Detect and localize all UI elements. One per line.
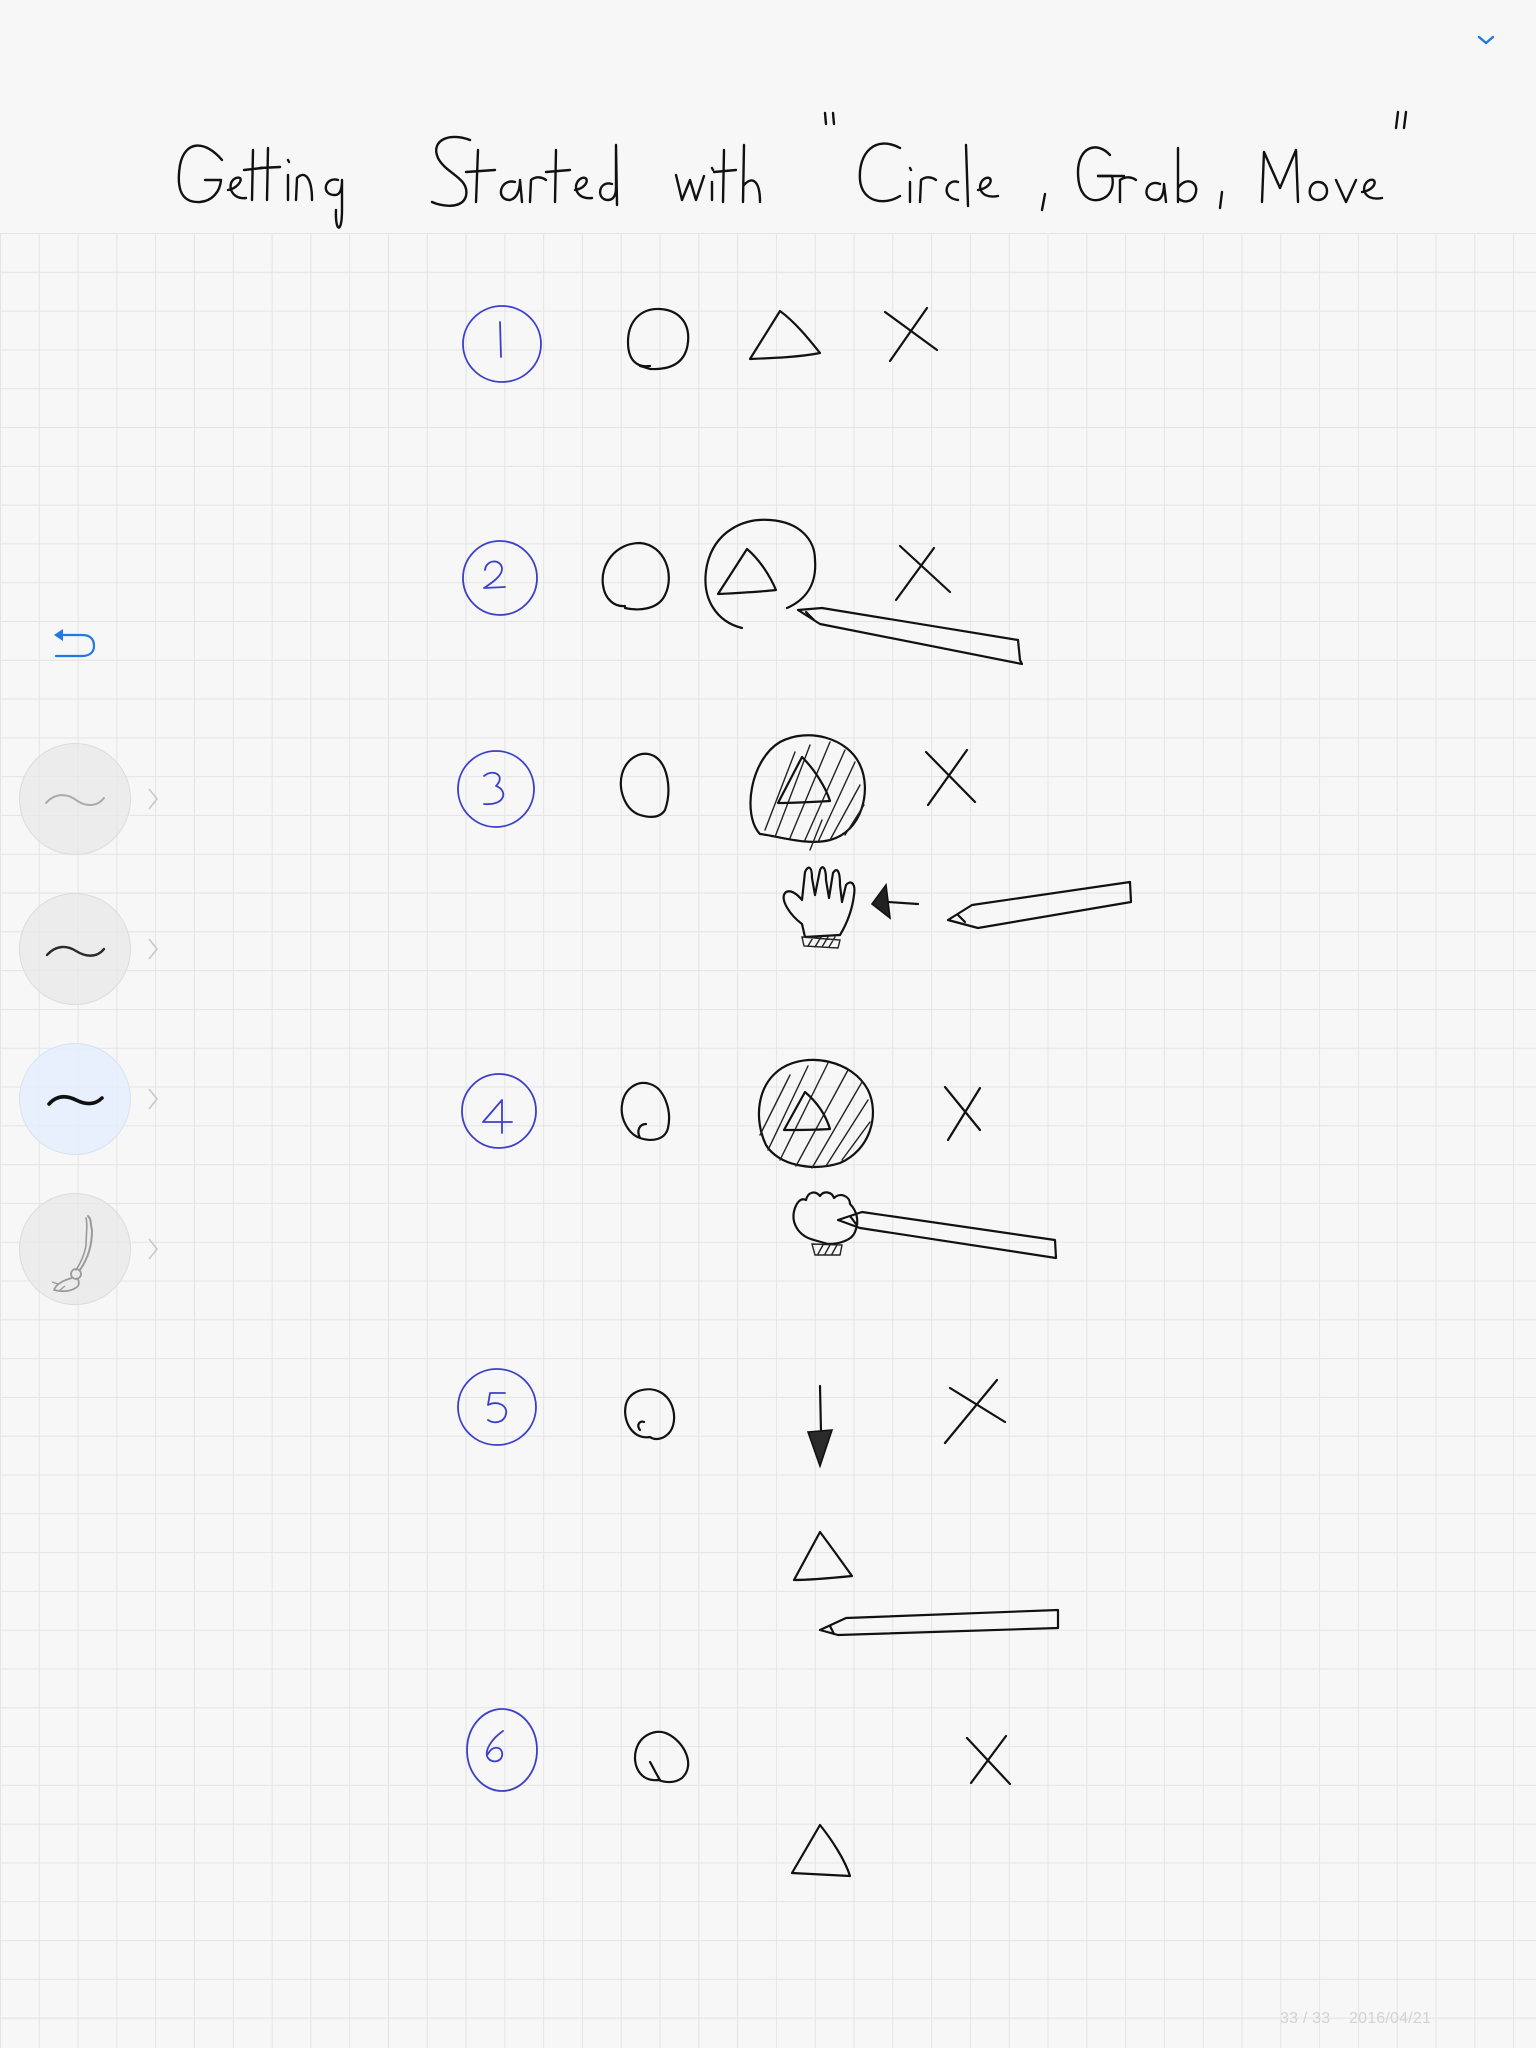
move-arrowhead	[806, 1429, 834, 1469]
hand-grab-sketch	[782, 866, 856, 939]
step-6-number-glyph	[485, 1730, 504, 1763]
undo-button[interactable]	[48, 622, 100, 666]
circle-shape	[619, 752, 670, 818]
collapse-toolbar-button[interactable]	[1472, 26, 1500, 54]
tool-medium-pen[interactable]	[19, 893, 131, 1005]
triangle-shape	[782, 1090, 832, 1132]
tool-thin-pen-options-chevron[interactable]	[146, 785, 160, 813]
circle-shape	[626, 307, 690, 371]
hand-cuff-hatching	[801, 935, 841, 949]
step-5	[457, 1368, 1060, 1637]
moved-triangle-shape	[792, 1530, 854, 1582]
step-2	[462, 518, 1024, 666]
circle-shape	[633, 1730, 690, 1784]
placed-triangle-shape	[790, 1823, 852, 1878]
cross-shape	[943, 1378, 1007, 1445]
chevron-right-icon	[148, 1088, 159, 1110]
step-2-number-circle	[462, 540, 538, 616]
thick-stroke-icon	[47, 1094, 104, 1106]
page-title-handwriting	[177, 110, 1408, 229]
step-6	[466, 1708, 1012, 1878]
cross-shape	[965, 1734, 1012, 1786]
step-4	[461, 1058, 1058, 1260]
step-3	[457, 734, 1133, 949]
chevron-right-icon	[148, 938, 159, 960]
step-3-number-circle	[457, 750, 535, 828]
move-arrow-line	[818, 1384, 823, 1434]
tool-eraser-options-chevron[interactable]	[146, 1235, 160, 1263]
step-1	[462, 305, 939, 383]
step-3-number-glyph	[483, 771, 505, 805]
thin-stroke-icon	[45, 794, 105, 806]
chevron-right-icon	[148, 1238, 159, 1260]
notebook-page[interactable]: 1 2 3 4 5 6 Getting Started with "Circle…	[0, 0, 1536, 2048]
hand-fist-sketch	[792, 1191, 859, 1246]
tool-thick-pen-options-chevron[interactable]	[146, 1085, 160, 1113]
selection-hatching	[759, 1062, 871, 1169]
circle-shape	[624, 1388, 676, 1441]
step-1-number-circle	[462, 305, 542, 383]
hand-cuff-hatching	[811, 1243, 843, 1256]
triangle-shape	[748, 309, 822, 361]
step-4-number-circle	[461, 1073, 537, 1149]
circle-shape	[620, 1081, 671, 1141]
tool-thin-pen[interactable]	[19, 743, 131, 855]
step-5-number-circle	[457, 1368, 537, 1446]
chevron-right-icon	[148, 788, 159, 810]
tap-arrow-line	[886, 900, 920, 906]
page-info: 33 / 33 2016/04/21	[1280, 2010, 1431, 2028]
step-4-number-glyph	[482, 1099, 513, 1134]
step-1-number-glyph	[499, 321, 502, 358]
broom-icon	[51, 1215, 94, 1293]
pencil-sketch	[818, 1608, 1060, 1637]
step-2-number-glyph	[483, 560, 506, 589]
page-counter: 33 / 33	[1280, 2010, 1331, 2027]
medium-stroke-icon	[45, 945, 106, 957]
step-5-number-glyph	[487, 1392, 508, 1424]
chevron-down-icon	[1477, 35, 1495, 45]
pencil-sketch	[796, 606, 1024, 666]
circle-shape	[601, 541, 670, 611]
tool-medium-pen-options-chevron[interactable]	[146, 935, 160, 963]
selection-hatching	[764, 741, 865, 851]
triangle-shape	[776, 755, 832, 805]
triangle-shape	[716, 547, 778, 596]
cross-shape	[883, 306, 939, 363]
tool-thick-pen[interactable]	[19, 1043, 131, 1155]
pencil-sketch	[946, 880, 1133, 930]
cross-shape	[943, 1085, 982, 1142]
undo-icon	[54, 629, 96, 658]
page-date: 2016/04/21	[1349, 2010, 1432, 2027]
pencil-sketch	[836, 1210, 1058, 1260]
drawing-canvas[interactable]	[0, 0, 1536, 2048]
cross-shape	[894, 544, 952, 602]
cross-shape	[924, 748, 977, 807]
selected-lasso-stroke	[757, 1058, 875, 1168]
tool-eraser-broom[interactable]	[19, 1193, 131, 1305]
